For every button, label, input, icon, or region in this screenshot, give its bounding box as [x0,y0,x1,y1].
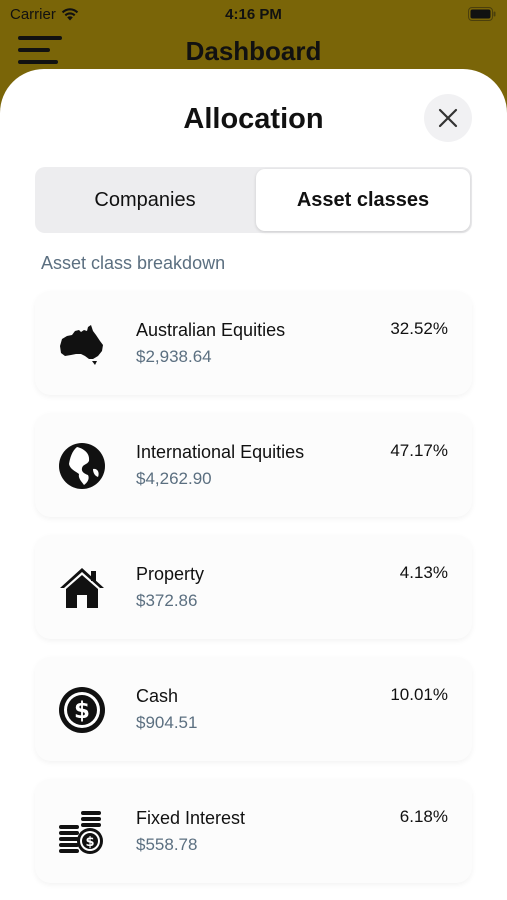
tab-asset-classes[interactable]: Asset classes [256,169,470,231]
status-time: 4:16 PM [225,6,282,23]
asset-name: Property [136,564,205,584]
dollar-coin-icon: $ [59,687,105,733]
globe-icon [59,443,105,489]
asset-name: International Equities [136,442,305,462]
close-button[interactable] [424,94,472,142]
asset-percent: 10.01% [390,685,448,704]
asset-amount: $558.78 [136,835,198,854]
svg-text:$: $ [74,698,90,724]
svg-text:$: $ [85,835,94,850]
asset-amount: $2,938.64 [136,347,212,366]
australia-map-icon [60,325,103,365]
asset-percent: 47.17% [390,441,448,460]
asset-percent: 32.52% [390,319,448,338]
asset-card-australian-equities[interactable]: Australian Equities $2,938.64 32.52% [35,291,472,395]
coin-stack-icon: $ [59,811,103,854]
close-icon [438,108,458,128]
house-icon [60,568,104,608]
asset-card-fixed-interest[interactable]: $ Fixed Interest $558.78 6.18% [35,779,472,883]
status-bar: Carrier 4:16 PM [0,0,507,30]
asset-card-cash[interactable]: $ Cash $904.51 10.01% [35,657,472,761]
asset-amount: $904.51 [136,713,198,732]
allocation-sheet: Allocation Companies Asset classes Asset… [0,69,507,900]
asset-amount: $4,262.90 [136,469,212,488]
app-screen: Carrier 4:16 PM Dashboard Allocation Com… [0,0,507,900]
section-label: Asset class breakdown [41,253,226,273]
asset-percent: 4.13% [399,563,448,582]
asset-percent: 6.18% [399,807,448,826]
asset-name: Cash [136,686,179,706]
background-page-title: Dashboard [185,36,322,66]
asset-card-international-equities[interactable]: International Equities $4,262.90 47.17% [35,413,472,517]
asset-class-list: Australian Equities $2,938.64 32.52% Int… [35,291,472,900]
tab-companies[interactable]: Companies [37,169,253,231]
asset-amount: $372.86 [136,591,198,610]
asset-name: Australian Equities [136,320,286,340]
battery-icon [468,7,496,21]
segmented-control: Companies Asset classes [35,167,472,233]
asset-card-property[interactable]: Property $372.86 4.13% [35,535,472,639]
asset-name: Fixed Interest [136,808,246,828]
